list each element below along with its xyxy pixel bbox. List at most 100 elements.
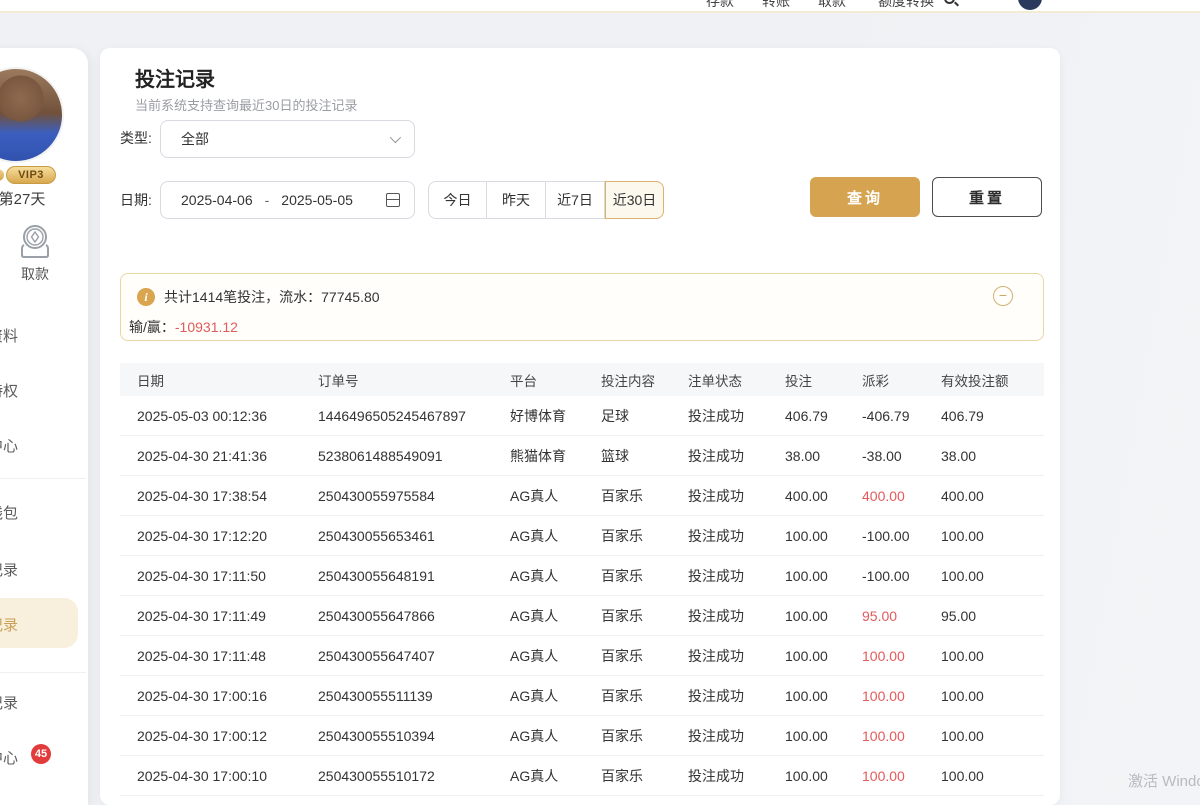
topnav-item[interactable]: 存款 <box>706 0 734 11</box>
cell-有效投注额: 100.00 <box>941 648 1044 664</box>
cell-订单号: 5238061488549091 <box>318 448 510 464</box>
page-subtitle: 当前系统支持查询最近30日的投注记录 <box>135 95 357 114</box>
sidebar-item-交易记录[interactable]: 交易记录 <box>0 559 18 580</box>
table-row[interactable]: 2025-04-30 17:00:12250430055510394AG真人百家… <box>120 716 1044 756</box>
date-range-input[interactable]: 2025-04-06 - 2025-05-05 <box>160 181 415 219</box>
cell-投注: 100.00 <box>785 608 862 624</box>
cell-订单号: 250430055647866 <box>318 608 510 624</box>
cell-投注: 100.00 <box>785 688 862 704</box>
topnav-item[interactable]: 取款 <box>818 0 846 11</box>
cell-投注内容: 百家乐 <box>601 526 688 546</box>
cell-派彩: 400.00 <box>862 488 941 504</box>
sidebar-item-消息中心[interactable]: 消息中心 <box>0 747 18 768</box>
search-icon[interactable] <box>944 0 955 4</box>
cell-日期: 2025-04-30 17:11:48 <box>137 648 318 664</box>
cell-日期: 2025-04-30 17:11:50 <box>137 568 318 584</box>
table-row[interactable]: 2025-04-30 21:41:365238061488549091熊猫体育篮… <box>120 436 1044 476</box>
sidebar-item-个人资料[interactable]: 个人资料 <box>0 325 18 346</box>
cell-注单状态: 投注成功 <box>688 526 785 546</box>
cell-有效投注额: 100.00 <box>941 768 1044 784</box>
cell-订单号: 250430055510172 <box>318 768 510 784</box>
cell-日期: 2025-04-30 17:11:49 <box>137 608 318 624</box>
cell-投注: 100.00 <box>785 768 862 784</box>
cell-投注内容: 百家乐 <box>601 606 688 626</box>
chevron-down-icon <box>390 132 401 143</box>
cell-派彩: 100.00 <box>862 648 941 664</box>
cell-注单状态: 投注成功 <box>688 726 785 746</box>
table-row[interactable]: 2025-04-30 17:00:16250430055511139AG真人百家… <box>120 676 1044 716</box>
sidebar-item-游戏记录[interactable]: 游戏记录 <box>0 692 18 713</box>
cell-有效投注额: 100.00 <box>941 568 1044 584</box>
cell-日期: 2025-04-30 17:00:16 <box>137 688 318 704</box>
page-title: 投注记录 <box>135 63 215 92</box>
cell-日期: 2025-04-30 17:12:20 <box>137 528 318 544</box>
cell-投注内容: 足球 <box>601 406 688 426</box>
cell-派彩: 100.00 <box>862 688 941 704</box>
cell-有效投注额: 100.00 <box>941 728 1044 744</box>
sidebar-item-会员特权[interactable]: 会员特权 <box>0 380 18 401</box>
cell-订单号: 250430055647407 <box>318 648 510 664</box>
table-row[interactable]: 2025-04-30 17:11:48250430055647407AG真人百家… <box>120 636 1044 676</box>
topnav-item[interactable]: 转账 <box>762 0 790 11</box>
quick-range-近30日[interactable]: 近30日 <box>605 181 664 219</box>
cell-投注: 38.00 <box>785 448 862 464</box>
table-row[interactable]: 2025-04-30 17:11:50250430055648191AG真人百家… <box>120 556 1044 596</box>
betting-records-panel: 投注记录 当前系统支持查询最近30日的投注记录 类型: 全部 日期: 2025-… <box>100 48 1060 805</box>
cell-投注内容: 百家乐 <box>601 486 688 506</box>
cell-投注内容: 百家乐 <box>601 766 688 786</box>
cell-平台: 好博体育 <box>510 406 601 426</box>
cell-订单号: 250430055511139 <box>318 688 510 704</box>
column-header: 日期 <box>137 370 318 390</box>
table-row[interactable]: 2025-04-30 17:11:49250430055647866AG真人百家… <box>120 596 1044 636</box>
table-header-row: 日期订单号平台投注内容注单状态投注派彩有效投注额 <box>120 363 1044 396</box>
cell-派彩: -406.79 <box>862 408 941 424</box>
cell-注单状态: 投注成功 <box>688 646 785 666</box>
date-separator: - <box>265 192 270 208</box>
table-row[interactable]: 2025-05-03 00:12:361446496505245467897好博… <box>120 396 1044 436</box>
cell-有效投注额: 95.00 <box>941 608 1044 624</box>
cell-注单状态: 投注成功 <box>688 486 785 506</box>
cell-投注内容: 篮球 <box>601 446 688 466</box>
quick-range-今日[interactable]: 今日 <box>428 181 487 219</box>
quick-range-group: 今日昨天近7日近30日 <box>428 181 664 219</box>
cell-派彩: -100.00 <box>862 528 941 544</box>
summary-box: i 共计1414笔投注，流水：77745.80 − 输/赢：-10931.12 <box>120 273 1044 341</box>
cell-平台: AG真人 <box>510 726 601 746</box>
top-navigation-bar: 存款 转账 取款 额度转换 <box>0 0 1200 13</box>
cell-平台: AG真人 <box>510 686 601 706</box>
topbar-avatar[interactable] <box>1018 0 1042 10</box>
reset-button[interactable]: 重置 <box>932 177 1042 217</box>
cell-注单状态: 投注成功 <box>688 446 785 466</box>
cell-投注: 400.00 <box>785 488 862 504</box>
cell-平台: 熊猫体育 <box>510 446 601 466</box>
summary-total-text: 共计1414笔投注，流水：77745.80 <box>164 287 380 307</box>
quick-range-近7日[interactable]: 近7日 <box>546 181 605 219</box>
sidebar-item-任务中心[interactable]: 任务中心 <box>0 435 18 456</box>
cell-平台: AG真人 <box>510 526 601 546</box>
cell-投注: 406.79 <box>785 408 862 424</box>
cell-注单状态: 投注成功 <box>688 566 785 586</box>
table-row[interactable]: 2025-04-30 17:00:10250430055510172AG真人百家… <box>120 756 1044 796</box>
sidebar-item-我的钱包[interactable]: 我的钱包 <box>0 502 18 523</box>
table-row[interactable]: 2025-04-30 17:12:20250430055653461AG真人百家… <box>120 516 1044 556</box>
column-header: 有效投注额 <box>941 370 1044 390</box>
sidebar-item-投注记录[interactable]: 投注记录 <box>0 614 18 635</box>
bet-records-table: 日期订单号平台投注内容注单状态投注派彩有效投注额 2025-05-03 00:1… <box>120 363 1044 796</box>
topnav-item[interactable]: 额度转换 <box>878 0 934 11</box>
type-select[interactable]: 全部 <box>160 120 415 158</box>
cell-平台: AG真人 <box>510 486 601 506</box>
cell-投注内容: 百家乐 <box>601 646 688 666</box>
collapse-icon[interactable]: − <box>993 286 1013 306</box>
table-row[interactable]: 2025-04-30 17:38:54250430055975584AG真人百家… <box>120 476 1044 516</box>
column-header: 注单状态 <box>688 370 785 390</box>
info-icon: i <box>137 288 155 306</box>
cell-有效投注额: 38.00 <box>941 448 1044 464</box>
cell-平台: AG真人 <box>510 606 601 626</box>
notification-badge: 45 <box>31 744 51 764</box>
quick-range-昨天[interactable]: 昨天 <box>487 181 546 219</box>
activate-windows-watermark: 激活 Windows <box>1128 770 1200 791</box>
cell-投注内容: 百家乐 <box>601 566 688 586</box>
cell-注单状态: 投注成功 <box>688 606 785 626</box>
search-button[interactable]: 查询 <box>810 177 920 217</box>
date-filter-label: 日期: <box>120 190 152 210</box>
